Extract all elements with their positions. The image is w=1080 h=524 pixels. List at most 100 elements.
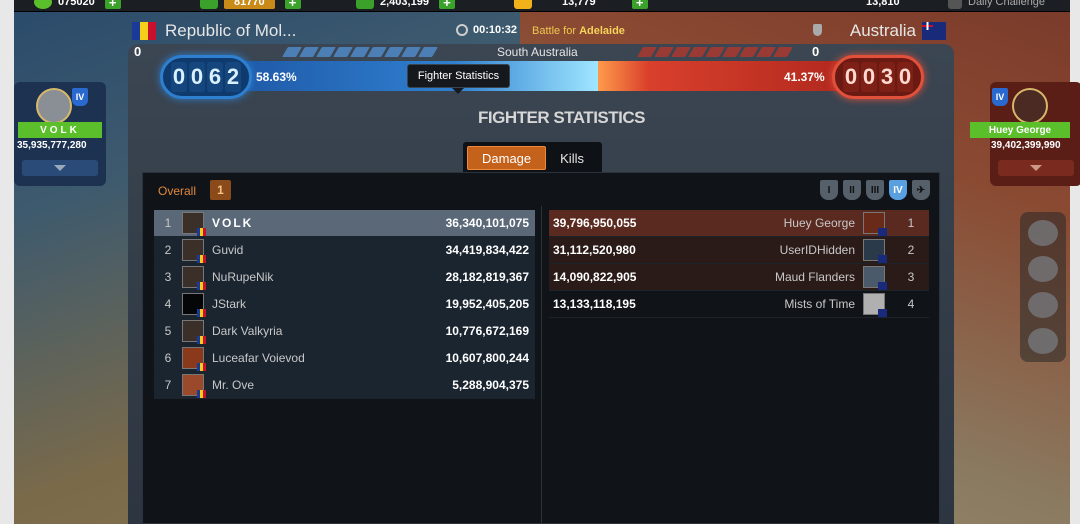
- avatar: [863, 239, 887, 263]
- australia-flag-icon: [878, 255, 887, 263]
- avatar: [182, 212, 206, 236]
- daily-challenge-button[interactable]: Daily Challenge: [948, 0, 1045, 10]
- damage-value: 10,776,672,169: [445, 324, 529, 338]
- soldier-portrait-icon: [1012, 88, 1048, 124]
- resource-right: 13,810: [866, 0, 900, 10]
- moldova-flag-icon: [197, 228, 206, 236]
- defender-percent: 41.37%: [784, 70, 825, 84]
- table-row[interactable]: 3 NuRupeNik 28,182,819,367: [154, 264, 535, 291]
- row-rank: 3: [907, 270, 915, 284]
- avatar: [182, 239, 206, 263]
- moldova-flag-icon: [197, 309, 206, 317]
- battle-progress-bar: [240, 61, 850, 91]
- row-rank: 7: [164, 378, 172, 392]
- player-name: Maud Flanders: [774, 270, 855, 284]
- add-energy-button[interactable]: +: [284, 0, 301, 10]
- australia-flag-icon: [922, 22, 946, 40]
- settings-gear-icon[interactable]: [1028, 328, 1058, 354]
- resource-value: 2,403,199: [380, 0, 429, 8]
- player-damage: 35,935,777,280: [17, 140, 87, 151]
- score-digit: 0: [897, 62, 913, 92]
- score-digit: 0: [861, 62, 877, 92]
- wolf-portrait-icon: [36, 88, 72, 124]
- player-name: UserIDHidden: [779, 243, 855, 257]
- damage-value: 14,090,822,905: [553, 270, 637, 284]
- table-row[interactable]: 6 Luceafar Voievod 10,607,800,244: [154, 345, 535, 372]
- tier-filter: I II III IV ✈: [820, 180, 930, 200]
- add-gold-button[interactable]: +: [104, 0, 121, 10]
- table-row[interactable]: 13,133,118,195 Mists of Time 4: [549, 291, 929, 318]
- damage-value: 10,607,800,244: [445, 351, 529, 365]
- avatar: [182, 320, 206, 344]
- resource-energy: 81770 +: [200, 0, 301, 10]
- statistics-tabs: Damage Kills: [463, 142, 602, 172]
- moldova-flag-icon: [197, 363, 206, 371]
- unit-action-button[interactable]: [1028, 220, 1058, 246]
- table-row[interactable]: 2 Guvid 34,419,834,422: [154, 237, 535, 264]
- damage-value: 5,288,904,375: [452, 378, 529, 392]
- table-row[interactable]: 14,090,822,905 Maud Flanders 3: [549, 264, 929, 291]
- unit-action-button[interactable]: [1028, 292, 1058, 318]
- clock-icon: [456, 24, 468, 36]
- tier-1-filter-button[interactable]: I: [820, 180, 838, 200]
- attacker-fighters-table: 1 VOLK 36,340,101,075 2 Guvid 34,419,834…: [154, 210, 535, 399]
- table-row[interactable]: 1 VOLK 36,340,101,075: [154, 210, 535, 237]
- avatar: [863, 266, 887, 290]
- table-row[interactable]: 4 JStark 19,952,405,205: [154, 291, 535, 318]
- table-divider: [541, 206, 542, 524]
- timer-value: 00:10:32: [473, 24, 518, 36]
- avatar: [863, 212, 887, 236]
- add-cash-button[interactable]: +: [438, 0, 455, 10]
- row-rank: 3: [164, 270, 172, 284]
- table-row[interactable]: 31,112,520,980 UserIDHidden 2: [549, 237, 929, 264]
- player-name: Guvid: [212, 243, 244, 257]
- tier-2-filter-button[interactable]: II: [843, 180, 861, 200]
- calendar-icon: [948, 0, 962, 9]
- unit-action-button[interactable]: [1028, 256, 1058, 282]
- avatar: [182, 266, 206, 290]
- tier-4-filter-button[interactable]: IV: [889, 180, 907, 200]
- australia-flag-icon: [878, 309, 887, 317]
- player-name: Mists of Time: [784, 297, 855, 311]
- fighter-statistics-tooltip: Fighter Statistics: [407, 64, 510, 88]
- resource-cash: 2,403,199 +: [356, 0, 455, 10]
- score-digit: 6: [207, 62, 223, 92]
- score-digit: 3: [879, 62, 895, 92]
- defender-top-player-card[interactable]: IV Huey George 39,402,399,990: [970, 82, 1080, 186]
- overall-label: Overall: [158, 184, 197, 198]
- overall-rank-badge: 1: [210, 180, 231, 200]
- attacker-round-pips: [282, 47, 438, 57]
- score-digit: 2: [225, 62, 241, 92]
- resource-gold-bars: 13,779 +: [514, 0, 648, 10]
- add-gold-bars-button[interactable]: +: [631, 0, 648, 10]
- tooltip-arrow: [452, 88, 464, 94]
- defender-fighters-table: 39,796,950,055 Huey George 1 31,112,520,…: [549, 210, 929, 318]
- row-rank: 1: [907, 216, 915, 230]
- air-filter-button[interactable]: ✈: [912, 180, 930, 200]
- rank-level-badge: IV: [72, 88, 88, 106]
- daily-challenge-label: Daily Challenge: [968, 0, 1046, 8]
- round-pip: [418, 47, 438, 57]
- row-rank: 1: [164, 216, 172, 230]
- expand-card-button[interactable]: [22, 160, 98, 176]
- damage-value: 28,182,819,367: [445, 270, 529, 284]
- table-row[interactable]: 7 Mr. Ove 5,288,904,375: [154, 372, 535, 399]
- moldova-flag-icon: [197, 282, 206, 290]
- attacker-top-player-card[interactable]: IV VOLK 35,935,777,280: [14, 82, 106, 186]
- resource-value: 13,810: [866, 0, 900, 8]
- damage-value: 13,133,118,195: [553, 297, 636, 311]
- avatar: [182, 347, 206, 371]
- tab-kills[interactable]: Kills: [546, 146, 598, 170]
- table-row[interactable]: 5 Dark Valkyria 10,776,672,169: [154, 318, 535, 345]
- player-name-ribbon: Huey George: [970, 122, 1070, 138]
- damage-value: 36,340,101,075: [445, 216, 529, 230]
- player-name: JStark: [212, 297, 247, 311]
- defender-country[interactable]: Australia: [850, 21, 916, 41]
- attacker-country[interactable]: Republic of Mol...: [165, 21, 296, 41]
- tab-damage[interactable]: Damage: [467, 146, 547, 170]
- tier-3-filter-button[interactable]: III: [866, 180, 884, 200]
- table-row[interactable]: 39,796,950,055 Huey George 1: [549, 210, 929, 237]
- expand-card-button[interactable]: [998, 160, 1074, 176]
- gold-bars-icon: [514, 0, 532, 9]
- window-edge-right: [1070, 0, 1080, 524]
